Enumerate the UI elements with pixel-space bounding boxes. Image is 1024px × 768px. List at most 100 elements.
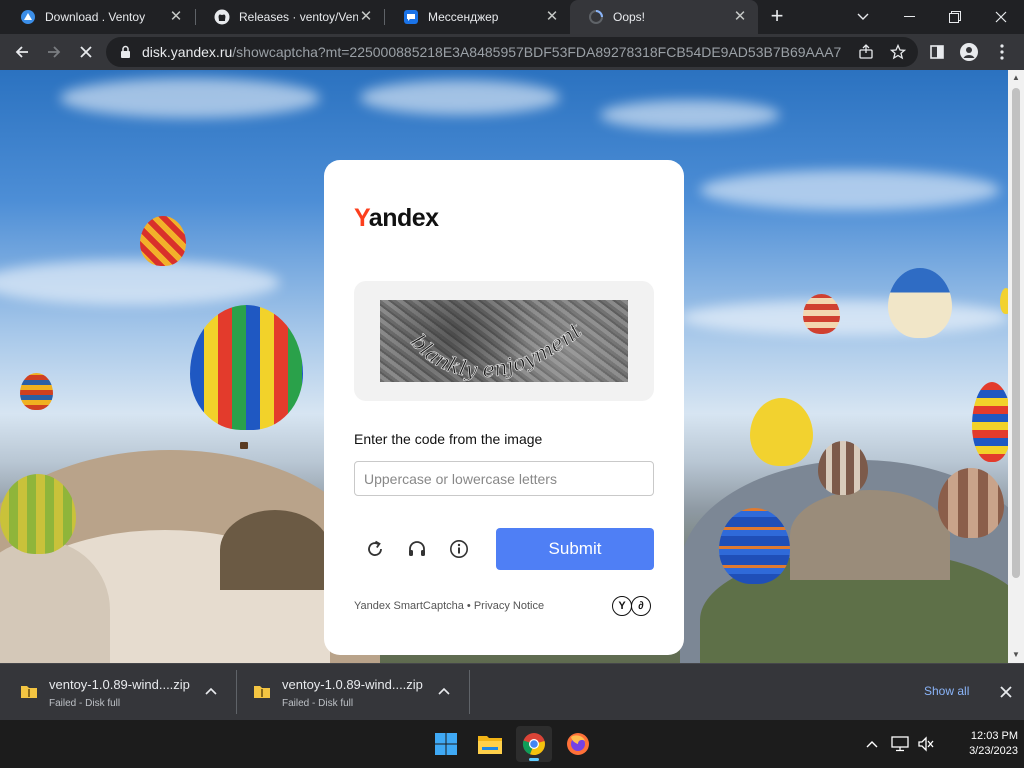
browser-toolbar: disk.yandex.ru/showcaptcha?mt=2250008852… xyxy=(0,34,1024,70)
hot-air-balloon xyxy=(803,294,840,334)
scrollbar-thumb[interactable] xyxy=(1012,88,1020,578)
close-window-button[interactable] xyxy=(979,0,1023,34)
chevron-up-icon[interactable] xyxy=(436,684,452,700)
captcha-image: blankly enjoyment xyxy=(380,300,628,382)
hot-air-balloon xyxy=(888,268,952,338)
yandex-logo-rest: andex xyxy=(368,204,439,232)
hot-air-balloon xyxy=(972,382,1008,462)
captcha-image-text: blankly enjoyment xyxy=(406,318,587,382)
download-item[interactable]: ventoy-1.0.89-wind....zip Failed - Disk … xyxy=(0,664,236,720)
tab-ventoy[interactable]: Download . Ventoy ✕ xyxy=(2,0,194,34)
hot-air-balloon xyxy=(818,441,868,495)
yandex-logo: Yandex xyxy=(354,204,439,233)
share-icon[interactable] xyxy=(856,42,876,62)
cloud xyxy=(360,80,560,115)
ventoy-icon xyxy=(20,9,36,25)
hot-air-balloon xyxy=(140,216,186,266)
new-tab-button[interactable]: + xyxy=(766,5,788,27)
rock-formation xyxy=(220,510,330,590)
clock-date: 3/23/2023 xyxy=(969,745,1018,757)
refresh-icon[interactable] xyxy=(363,537,387,561)
audio-headphones-icon[interactable] xyxy=(405,537,429,561)
url-path: /showcaptcha?mt=225000885218E3A8485957BD… xyxy=(232,44,842,60)
captcha-card: Yandex blankly enjoyment Enter the code … xyxy=(324,160,684,655)
windows-taskbar: 12:03 PM 3/23/2023 xyxy=(0,720,1024,768)
minimize-window-button[interactable] xyxy=(887,0,931,34)
download-filename: ventoy-1.0.89-wind....zip xyxy=(49,677,190,692)
submit-button[interactable]: Submit xyxy=(496,528,654,570)
scroll-down-arrow-icon[interactable]: ▼ xyxy=(1012,650,1020,659)
download-item[interactable]: ventoy-1.0.89-wind....zip Failed - Disk … xyxy=(233,664,469,720)
tab-title: Download . Ventoy xyxy=(45,10,146,24)
zip-file-icon xyxy=(20,683,38,699)
tab-messenger[interactable]: Мессенджер ✕ xyxy=(385,0,570,34)
download-status: Failed - Disk full xyxy=(49,698,121,709)
hot-air-balloon xyxy=(938,468,1004,538)
chrome-icon[interactable] xyxy=(516,726,552,762)
active-app-indicator xyxy=(529,758,539,761)
taskbar-clock[interactable]: 12:03 PM 3/23/2023 xyxy=(942,729,1018,759)
show-all-downloads-link[interactable]: Show all xyxy=(924,684,969,698)
captcha-answer-input[interactable] xyxy=(354,461,654,496)
tab-title: Oops! xyxy=(613,10,646,24)
download-status: Failed - Disk full xyxy=(282,698,354,709)
cloud xyxy=(700,170,1000,210)
github-icon xyxy=(214,9,230,25)
side-panel-icon[interactable] xyxy=(923,38,951,66)
tab-title: Releases · ventoy/Vento xyxy=(239,10,358,24)
close-shelf-icon[interactable] xyxy=(997,683,1015,701)
tab-search-icon[interactable] xyxy=(841,0,885,34)
stop-loading-icon[interactable] xyxy=(72,38,100,66)
smartcaptcha-logo-letter: ∂ xyxy=(631,596,651,616)
rock-formation xyxy=(790,490,950,580)
close-tab-icon[interactable]: ✕ xyxy=(168,9,184,25)
scroll-up-arrow-icon[interactable]: ▲ xyxy=(1012,73,1020,82)
hot-air-balloon xyxy=(1000,288,1008,314)
address-bar[interactable]: disk.yandex.ru/showcaptcha?mt=2250008852… xyxy=(106,37,918,67)
captcha-prompt: Enter the code from the image xyxy=(354,431,543,447)
yandex-logo-y: Y xyxy=(354,204,369,232)
download-shelf: ventoy-1.0.89-wind....zip Failed - Disk … xyxy=(0,663,1024,720)
smartcaptcha-logo-letter: Y xyxy=(612,596,632,616)
back-arrow-icon[interactable] xyxy=(8,38,36,66)
messenger-icon xyxy=(403,9,419,25)
hot-air-balloon xyxy=(20,373,53,410)
chevron-up-icon[interactable] xyxy=(862,734,882,754)
zip-file-icon xyxy=(253,683,271,699)
network-icon[interactable] xyxy=(890,734,910,754)
smartcaptcha-logo: Y ∂ xyxy=(612,596,651,616)
lock-icon[interactable] xyxy=(120,45,134,59)
page-scrollbar[interactable]: ▲ ▼ xyxy=(1008,70,1024,663)
cloud xyxy=(0,260,280,305)
hot-air-balloon xyxy=(0,474,76,554)
clock-time: 12:03 PM xyxy=(970,730,1018,742)
page-viewport: Yandex blankly enjoyment Enter the code … xyxy=(0,70,1008,663)
close-tab-icon[interactable]: ✕ xyxy=(544,9,560,25)
smartcaptcha-privacy-links[interactable]: Yandex SmartCaptcha • Privacy Notice xyxy=(354,600,544,612)
tab-oops[interactable]: Oops! ✕ xyxy=(570,0,758,34)
profile-avatar-icon[interactable] xyxy=(955,38,983,66)
close-tab-icon[interactable]: ✕ xyxy=(358,9,374,25)
tab-title: Мессенджер xyxy=(428,10,499,24)
firefox-icon[interactable] xyxy=(560,726,596,762)
url-host: disk.yandex.ru xyxy=(142,44,233,60)
loading-spinner-icon xyxy=(588,9,604,25)
svg-text:blankly enjoyment: blankly enjoyment xyxy=(406,318,587,382)
file-explorer-icon[interactable] xyxy=(472,726,508,762)
chevron-up-icon[interactable] xyxy=(203,684,219,700)
speaker-muted-icon[interactable] xyxy=(916,734,936,754)
download-separator xyxy=(469,670,470,714)
bookmark-star-icon[interactable] xyxy=(888,42,908,62)
restore-window-button[interactable] xyxy=(933,0,977,34)
more-menu-icon[interactable] xyxy=(988,38,1016,66)
tab-strip: Download . Ventoy ✕ Releases · ventoy/Ve… xyxy=(0,0,1024,34)
hot-air-balloon xyxy=(719,508,790,584)
info-icon[interactable] xyxy=(447,537,471,561)
windows-start-icon[interactable] xyxy=(428,726,464,762)
forward-arrow-icon[interactable] xyxy=(40,38,68,66)
cloud xyxy=(600,100,780,130)
close-tab-icon[interactable]: ✕ xyxy=(732,9,748,25)
url-text[interactable]: disk.yandex.ru/showcaptcha?mt=2250008852… xyxy=(142,44,842,60)
hot-air-balloon xyxy=(750,398,813,466)
tab-github-releases[interactable]: Releases · ventoy/Vento ✕ xyxy=(196,0,384,34)
